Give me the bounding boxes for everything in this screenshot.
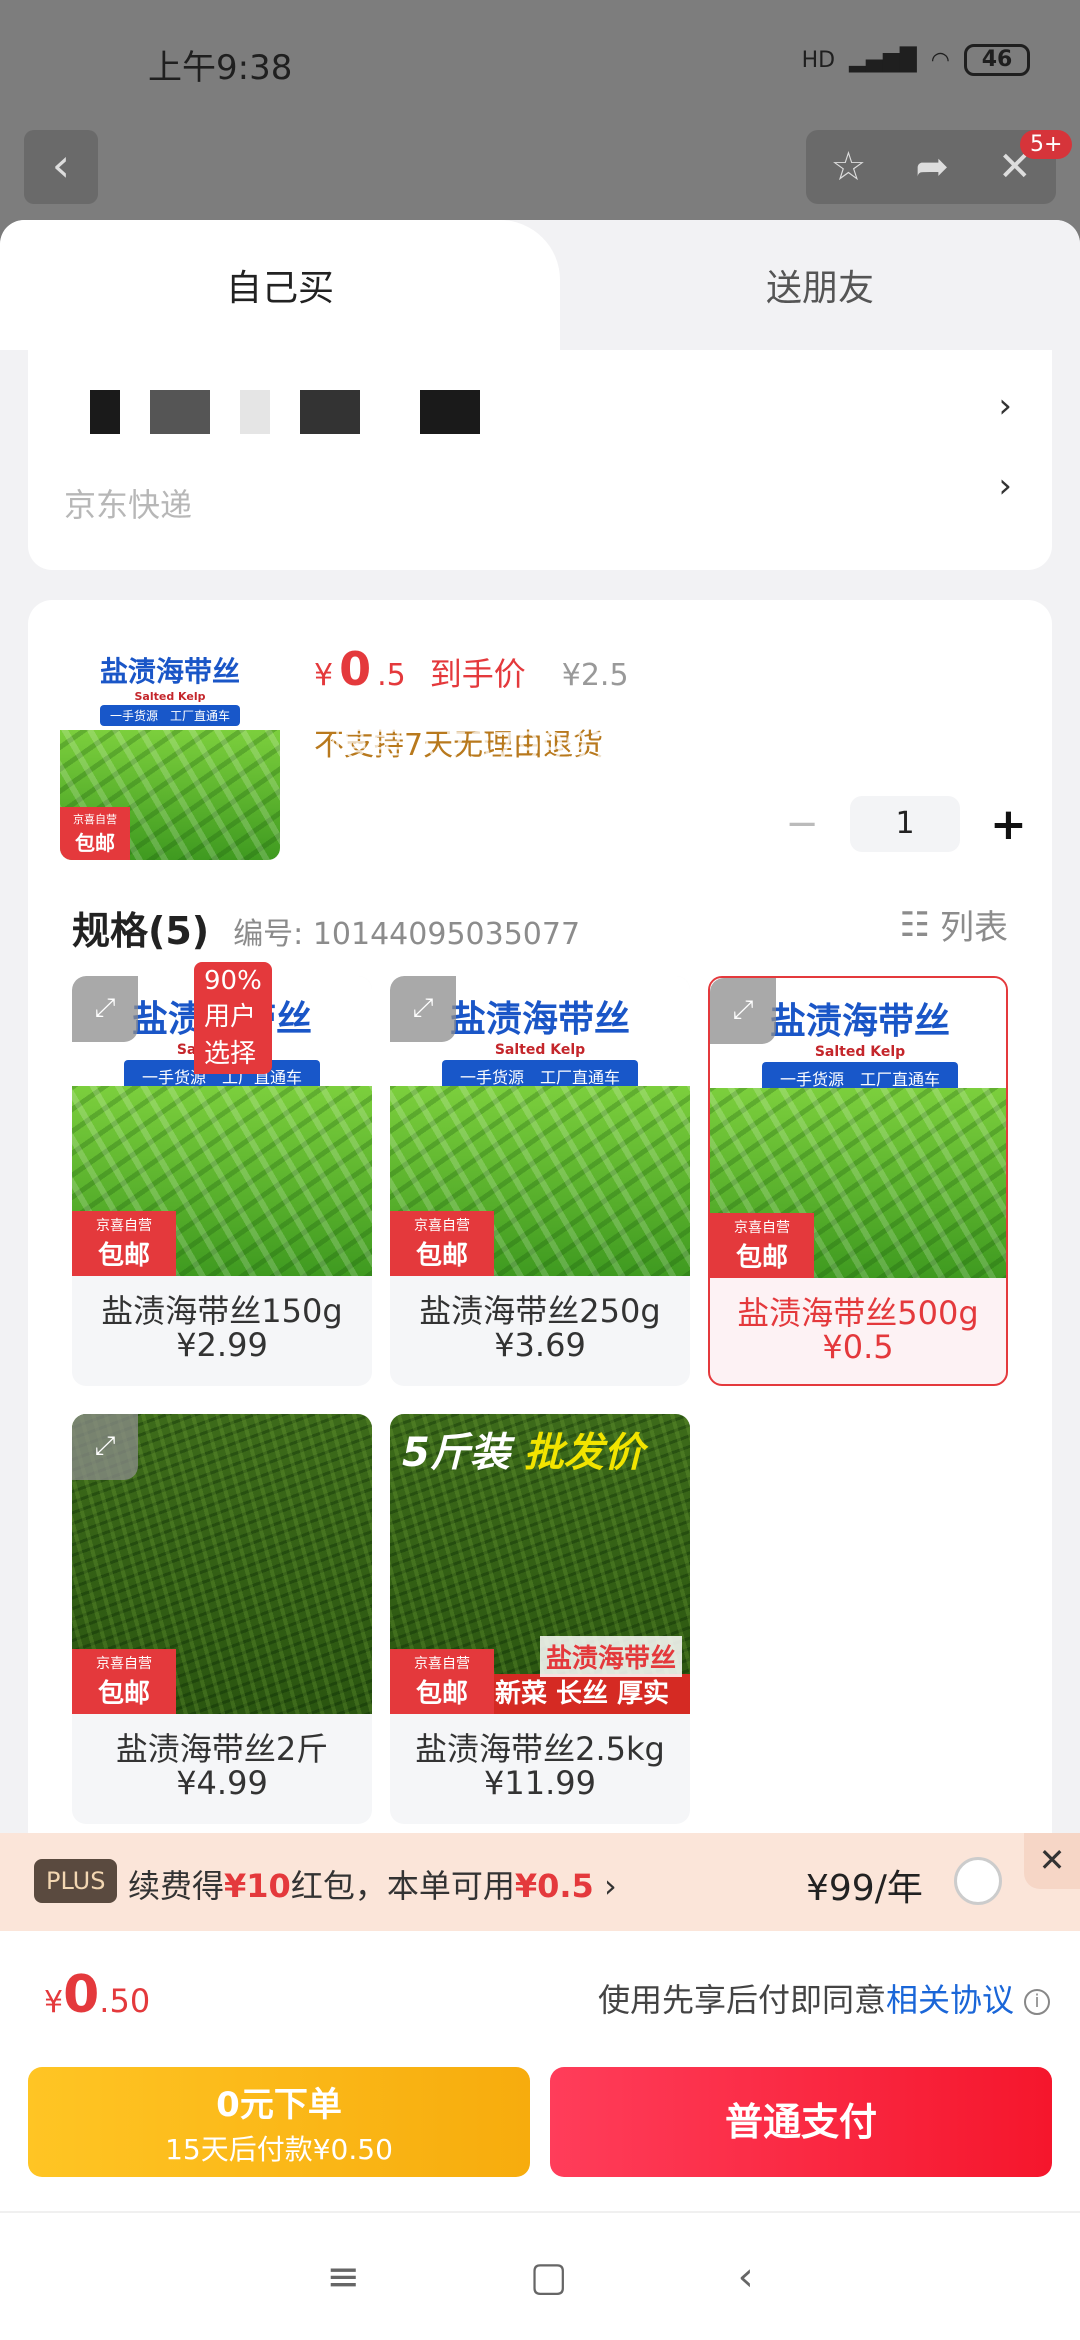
original-price: ¥2.5 — [561, 658, 629, 693]
self-operated-tag: 京喜自营 包邮 — [72, 1211, 176, 1276]
status-bar: 上午9:38 HD ▂▄▆█ ◠ 46 — [0, 0, 1080, 120]
action-buttons: 0元下单 15天后付款¥0.50 普通支付 — [0, 2051, 1080, 2211]
zero-order-button[interactable]: 0元下单 15天后付款¥0.50 — [28, 2067, 530, 2177]
option-price: ¥2.99 — [176, 1326, 268, 1364]
status-time: 上午9:38 — [148, 48, 293, 88]
system-nav-bar: ≡ ▢ ‹ — [0, 2211, 1080, 2340]
watermark: 慢星人7379997R1 — [330, 725, 664, 769]
back-icon[interactable]: ‹ — [738, 2254, 754, 2300]
agreement-link[interactable]: 相关协议 — [886, 1981, 1014, 2019]
popular-badge: 90%用户选择 — [194, 962, 272, 1074]
product-code: 编号: 10144095035077 — [233, 917, 581, 952]
agreement-text: 使用先享后付即同意相关协议 i — [598, 1975, 1050, 2021]
expand-icon[interactable]: ⤢ — [72, 976, 138, 1042]
promo-title: 5斤装 批发价 — [402, 1430, 644, 1476]
self-operated-tag: 京喜自营 包邮 — [390, 1211, 494, 1276]
spec-option[interactable]: 京喜自营 包邮 ⤢ 盐渍海带丝2斤 ¥4.99 — [72, 1414, 372, 1824]
menu-icon[interactable]: ≡ — [326, 2254, 360, 2300]
redacted-block — [420, 390, 480, 434]
promo-strip: 新菜 长丝 厚实 — [474, 1674, 690, 1714]
self-operated-tag: 京喜自营 包邮 — [710, 1213, 814, 1278]
address-card[interactable]: › 京东快递 › — [28, 350, 1052, 570]
promo-subtitle: 盐渍海带丝 — [539, 1636, 682, 1677]
tab-buy-self[interactable]: 自己买 — [0, 220, 560, 350]
redacted-block — [300, 390, 360, 434]
spec-option[interactable]: 5斤装 批发价 盐渍海带丝 新菜 长丝 厚实 京喜自营 包邮 盐渍海带丝2.5kg… — [390, 1414, 690, 1824]
spec-title: 规格(5) — [72, 909, 210, 953]
spec-header: 规格(5) 编号: 10144095035077 — [72, 900, 580, 955]
plus-price: ¥99/年 — [806, 1868, 923, 1909]
total-price: ¥0.50 — [44, 1965, 151, 2025]
message-badge: 5+ — [1020, 130, 1073, 159]
signal-icon: ▂▄▆█ — [849, 47, 917, 73]
redacted-block — [240, 390, 270, 434]
chevron-right-icon[interactable]: › — [998, 466, 1012, 506]
redacted-block — [150, 390, 210, 434]
share-icon[interactable]: ➦ — [915, 144, 949, 190]
spec-option[interactable]: 盐渍海带丝 Salted Kelp 一手货源 工厂直通车 京喜自营包邮 ⤢ 盐渍… — [390, 976, 690, 1386]
delivery-info: 京东快递 — [64, 486, 193, 524]
back-button[interactable]: ‹ — [24, 130, 98, 204]
self-operated-tag: 京喜自营 包邮 — [390, 1649, 494, 1714]
quantity-stepper: − 1 + — [784, 796, 1027, 852]
total-bar: ¥0.50 使用先享后付即同意相关协议 i — [0, 1931, 1080, 2051]
battery-icon: 46 — [964, 44, 1030, 76]
plus-radio[interactable] — [954, 1857, 1002, 1905]
home-icon[interactable]: ▢ — [530, 2254, 568, 2300]
list-view-toggle[interactable]: ☷ 列表 — [900, 900, 1008, 949]
final-price: ¥0.5 到手价 ¥2.5 — [314, 642, 629, 696]
product-thumbnail: 盐渍海带丝 Salted Kelp 一手货源 工厂直通车 京喜自营 包邮 — [60, 640, 280, 860]
plus-offer-text: 续费得¥10红包，本单可用¥0.5 › — [128, 1867, 617, 1905]
expand-icon[interactable]: ⤢ — [72, 1414, 138, 1480]
spec-option-selected[interactable]: 盐渍海带丝 Salted Kelp 一手货源 工厂直通车 京喜自营 包邮 ⤢ 盐渍… — [708, 976, 1008, 1386]
nav-actions: ☆ ➦ ✕ — [806, 130, 1056, 204]
option-price: ¥0.5 — [822, 1328, 894, 1366]
tabs: 送朋友 自己买 — [0, 220, 1080, 350]
network-icon: HD — [801, 47, 836, 73]
plus-button[interactable]: + — [990, 799, 1027, 850]
option-price: ¥3.69 — [494, 1326, 586, 1364]
chevron-right-icon[interactable]: › — [998, 386, 1012, 426]
normal-pay-button[interactable]: 普通支付 — [550, 2067, 1052, 2177]
redacted-block — [90, 390, 120, 434]
status-icons: HD ▂▄▆█ ◠ 46 — [802, 44, 1030, 76]
expand-icon[interactable]: ⤢ — [710, 978, 776, 1044]
expand-icon[interactable]: ⤢ — [390, 976, 456, 1042]
self-operated-tag: 京喜自营 包邮 — [60, 807, 130, 860]
star-icon[interactable]: ☆ — [831, 144, 867, 190]
minus-button[interactable]: − — [784, 801, 820, 847]
plus-badge: PLUS — [34, 1859, 118, 1903]
plus-membership-bar[interactable]: PLUS 续费得¥10红包，本单可用¥0.5 › ¥99/年 ✕ — [0, 1833, 1080, 1931]
self-operated-tag: 京喜自营 包邮 — [72, 1649, 176, 1714]
list-icon: ☷ — [899, 904, 930, 945]
price-label: 到手价 — [429, 655, 526, 693]
wifi-icon: ◠ — [930, 47, 950, 73]
option-price: ¥11.99 — [484, 1764, 596, 1802]
quantity-value[interactable]: 1 — [850, 796, 960, 852]
close-icon[interactable]: ✕ — [1024, 1833, 1080, 1889]
info-icon[interactable]: i — [1024, 1989, 1050, 2015]
tab-send-friend[interactable]: 送朋友 — [560, 220, 1080, 350]
option-price: ¥4.99 — [176, 1764, 268, 1802]
